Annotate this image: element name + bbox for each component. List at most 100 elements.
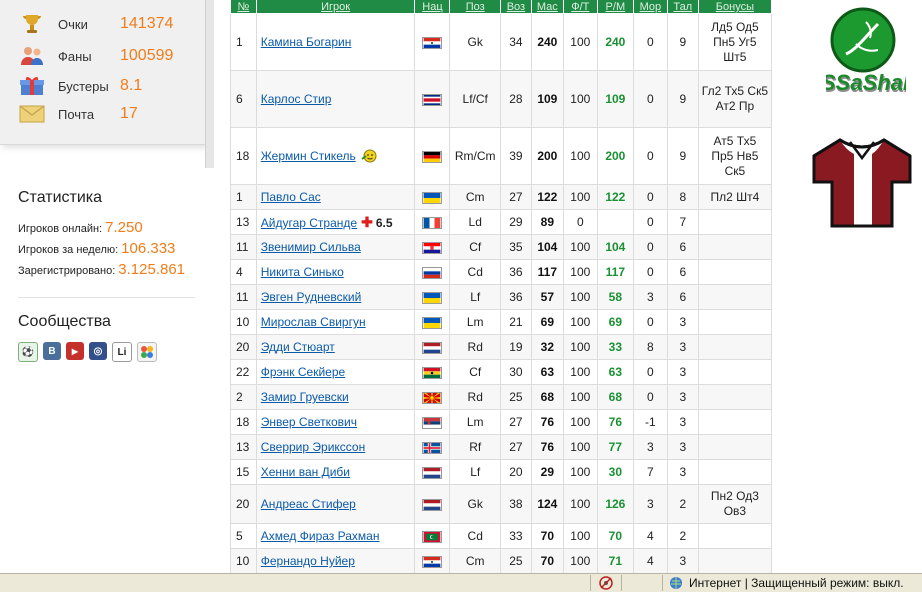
player-link[interactable]: Айдугар Странде bbox=[261, 216, 357, 230]
col-number[interactable]: № bbox=[230, 0, 257, 14]
table-row[interactable]: 18 Жермин Стикель Rm/Cm 39 200 100 200 0 9 Ат5 Тх… bbox=[230, 127, 773, 185]
cell-morale: 3 bbox=[632, 484, 668, 524]
player-link[interactable]: Жермин Стикель bbox=[261, 149, 356, 163]
privacy-icon[interactable] bbox=[590, 575, 621, 591]
col-age[interactable]: Воз bbox=[499, 0, 532, 14]
club-logo[interactable]: SSaShaN SSaShaN bbox=[821, 4, 921, 100]
registered-label: Зарегистрировано: bbox=[18, 265, 116, 277]
flag-icon-iceland bbox=[422, 440, 443, 454]
table-row[interactable]: 5 Ахмед Фираз Рахман Cd 33 70 100 70 4 2 bbox=[230, 523, 773, 549]
cell-nation bbox=[414, 127, 451, 185]
week-line: Игроков за неделю: 106.333 bbox=[18, 240, 175, 257]
youtube-icon[interactable]: ▶ bbox=[66, 342, 84, 360]
table-row[interactable]: 11 Звенимир Сильва Cf 35 104 100 104 0 6 bbox=[230, 234, 773, 260]
table-row[interactable]: 10 Мирослав Свиргун Lm 21 69 100 69 0 3 bbox=[230, 309, 773, 335]
table-row[interactable]: 18 Энвер Светкович Lm 27 76 100 76 -1 3 bbox=[230, 409, 773, 435]
col-position[interactable]: Поз bbox=[449, 0, 501, 14]
security-zone[interactable]: Интернет | Защищенный режим: выкл. bbox=[662, 575, 922, 591]
player-link[interactable]: Фернандо Нуйер bbox=[261, 554, 355, 568]
flag-icon-netherlands bbox=[422, 465, 443, 479]
cell-mastery: 104 bbox=[530, 234, 564, 260]
table-row[interactable]: 1 Камина Богарин Gk 34 240 100 240 0 9 Лд5 Од5 Пн… bbox=[230, 13, 773, 71]
player-link[interactable]: Хенни ван Диби bbox=[261, 465, 350, 479]
player-link[interactable]: Сверрир Эрикссон bbox=[261, 440, 365, 454]
player-link[interactable]: Эдди Стюарт bbox=[261, 340, 335, 354]
cell-nation bbox=[414, 484, 451, 524]
cell-nation bbox=[414, 70, 451, 128]
player-link[interactable]: Энвер Светкович bbox=[261, 415, 357, 429]
cell-morale: 0 bbox=[632, 209, 668, 235]
table-row[interactable]: 10 Фернандо Нуйер Cm 25 70 100 71 4 3 bbox=[230, 548, 773, 574]
col-fitness[interactable]: Ф/Т bbox=[562, 0, 598, 14]
cell-rm: 109 bbox=[596, 70, 634, 128]
table-row[interactable]: 2 Замир Груевски Rd 25 68 100 68 0 3 bbox=[230, 384, 773, 410]
col-morale[interactable]: Мор bbox=[632, 0, 668, 14]
vk-icon[interactable]: B bbox=[43, 342, 61, 360]
cell-fitness: 100 bbox=[562, 234, 598, 260]
flag-icon-croatia bbox=[422, 240, 443, 254]
cell-mastery: 76 bbox=[530, 409, 564, 435]
col-talent[interactable]: Тал bbox=[666, 0, 699, 14]
player-link[interactable]: Ахмед Фираз Рахман bbox=[261, 529, 380, 543]
cell-rm: 71 bbox=[596, 548, 634, 574]
cell-position: Rf bbox=[449, 434, 501, 460]
circle-icon[interactable]: ◎ bbox=[89, 342, 107, 360]
gift-icon bbox=[18, 73, 46, 99]
flag-icon-costarica bbox=[422, 92, 443, 106]
cell-morale: 0 bbox=[632, 384, 668, 410]
cell-fitness: 100 bbox=[562, 259, 598, 285]
cell-mastery: 200 bbox=[530, 127, 564, 185]
cell-morale: 0 bbox=[632, 13, 668, 71]
cell-player: Хенни ван Диби bbox=[255, 459, 416, 485]
mail-row[interactable]: Почта 17 bbox=[18, 100, 138, 128]
col-nation[interactable]: Нац bbox=[414, 0, 451, 14]
player-link[interactable]: Мирослав Свиргун bbox=[261, 315, 366, 329]
mail-value[interactable]: 17 bbox=[120, 105, 138, 123]
player-link[interactable]: Карлос Стир bbox=[261, 92, 332, 106]
online-line: Игроков онлайн: 7.250 bbox=[18, 219, 143, 236]
cell-talent: 6 bbox=[666, 234, 699, 260]
table-row[interactable]: 15 Хенни ван Диби Lf 20 29 100 30 7 3 bbox=[230, 459, 773, 485]
table-row[interactable]: 20 Андреас Стифер Gk 38 124 100 126 3 2 Пн2 Од3 О… bbox=[230, 484, 773, 524]
boosters-row: Бустеры 8.1 bbox=[18, 72, 142, 100]
cell-talent: 9 bbox=[666, 13, 699, 71]
cell-nation bbox=[414, 548, 451, 574]
table-row[interactable]: 4 Никита Синько Cd 36 117 100 117 0 6 bbox=[230, 259, 773, 285]
player-link[interactable]: Звенимир Сильва bbox=[261, 240, 361, 254]
table-row[interactable]: 13 Айдугар Странде ✚ 6.5 Ld 29 89 0 0 7 bbox=[230, 209, 773, 235]
cell-morale: 3 bbox=[632, 284, 668, 310]
li-icon[interactable]: Li bbox=[112, 342, 132, 362]
cell-player: Жермин Стикель bbox=[255, 127, 416, 185]
cell-number: 18 bbox=[230, 127, 257, 185]
cell-position: Gk bbox=[449, 484, 501, 524]
col-bonuses[interactable]: Бонусы bbox=[697, 0, 773, 14]
cell-nation bbox=[414, 284, 451, 310]
table-row[interactable]: 22 Фрэнк Секйере Cf 30 63 100 63 0 3 bbox=[230, 359, 773, 385]
football-icon[interactable]: ⚽ bbox=[18, 342, 38, 362]
cell-number: 13 bbox=[230, 434, 257, 460]
cell-player: Эдди Стюарт bbox=[255, 334, 416, 360]
player-link[interactable]: Андреас Стифер bbox=[261, 497, 356, 511]
col-mastery[interactable]: Мас bbox=[530, 0, 564, 14]
table-row[interactable]: 6 Карлос Стир Lf/Cf 28 109 100 109 0 9 Гл2 Тх5 Ск… bbox=[230, 70, 773, 128]
cell-talent: 9 bbox=[666, 70, 699, 128]
player-link[interactable]: Камина Богарин bbox=[261, 35, 352, 49]
cell-talent: 3 bbox=[666, 359, 699, 385]
player-link[interactable]: Фрэнк Секйере bbox=[261, 365, 345, 379]
cell-rm bbox=[596, 209, 634, 235]
player-link[interactable]: Никита Синько bbox=[261, 265, 344, 279]
cell-bonuses bbox=[697, 284, 773, 310]
table-row[interactable]: 20 Эдди Стюарт Rd 19 32 100 33 8 3 bbox=[230, 334, 773, 360]
cell-age: 25 bbox=[499, 384, 532, 410]
flag-icon-france bbox=[422, 215, 443, 229]
player-link[interactable]: Замир Груевски bbox=[261, 390, 349, 404]
cell-rm: 200 bbox=[596, 127, 634, 185]
table-row[interactable]: 13 Сверрир Эрикссон Rf 27 76 100 77 3 3 bbox=[230, 434, 773, 460]
col-player[interactable]: Игрок bbox=[255, 0, 416, 14]
table-row[interactable]: 11 Эвген Рудневский Lf 36 57 100 58 3 6 bbox=[230, 284, 773, 310]
dots-icon[interactable] bbox=[137, 342, 157, 362]
player-link[interactable]: Эвген Рудневский bbox=[261, 290, 362, 304]
table-row[interactable]: 1 Павло Сас Cm 27 122 100 122 0 8 Пл2 Шт4 bbox=[230, 184, 773, 210]
col-rm[interactable]: Р/М bbox=[596, 0, 634, 14]
player-link[interactable]: Павло Сас bbox=[261, 190, 321, 204]
